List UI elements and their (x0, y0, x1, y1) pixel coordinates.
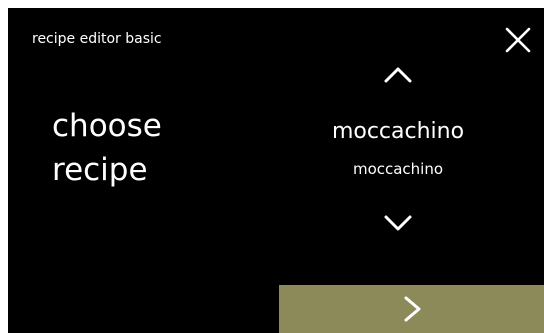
chevron-right-icon (404, 296, 421, 322)
screen-title: recipe editor basic (32, 31, 162, 47)
chevron-up-icon (384, 67, 412, 83)
scroll-up-button[interactable] (378, 60, 418, 90)
prompt-line-1: choose (52, 108, 162, 144)
next-button[interactable] (279, 285, 544, 333)
selected-recipe-name: moccachino (331, 119, 465, 144)
prompt-line-2: recipe (52, 152, 148, 188)
choose-recipe-prompt: choose recipe (52, 104, 162, 192)
recipe-editor-screen: recipe editor basic choose recipe moccac… (8, 8, 544, 333)
selected-recipe-subtitle: moccachino (352, 160, 444, 178)
close-button[interactable] (500, 22, 536, 58)
chevron-down-icon (384, 215, 412, 231)
close-icon (505, 27, 531, 53)
scroll-down-button[interactable] (378, 208, 418, 238)
